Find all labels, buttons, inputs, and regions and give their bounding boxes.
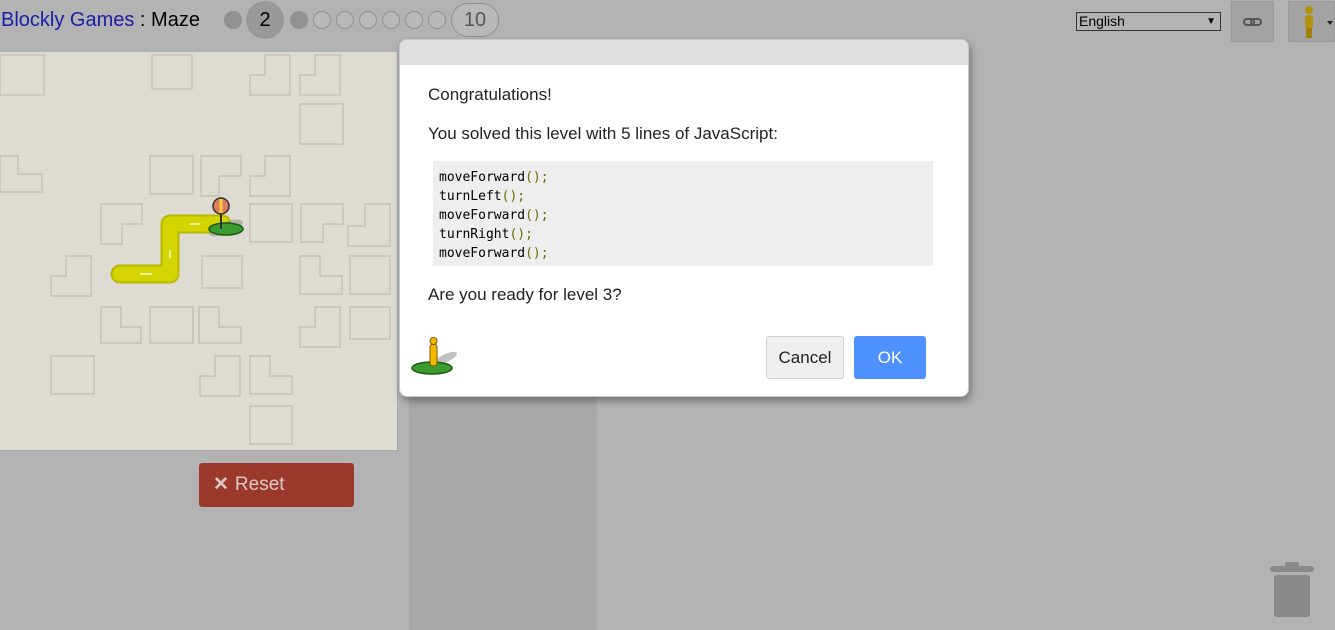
page: Blockly Games : Maze 2 10 English ▼ ✕ Re… <box>0 0 1335 630</box>
level-dot[interactable] <box>382 11 400 29</box>
language-select[interactable]: English ▼ <box>1076 12 1221 31</box>
ok-button[interactable]: OK <box>854 336 926 379</box>
pegman-icon <box>1305 6 1333 38</box>
level-dot[interactable] <box>336 11 354 29</box>
chevron-down-icon: ▼ <box>1206 16 1216 27</box>
level-dot[interactable] <box>290 11 308 29</box>
code-paren: (); <box>525 170 549 185</box>
code-block: moveForward(); turnLeft(); moveForward(); t… <box>433 161 933 266</box>
close-icon: ✕ <box>213 474 229 495</box>
level-dot[interactable] <box>405 11 423 29</box>
code-paren: (); <box>525 246 549 261</box>
maze-svg <box>0 54 391 445</box>
congratulations-dialog: Congratulations! You solved this level w… <box>399 39 969 397</box>
reset-label: Reset <box>234 474 285 495</box>
cancel-button[interactable]: Cancel <box>766 336 844 379</box>
code-function: moveForward <box>439 208 526 223</box>
code-function: turnLeft <box>439 189 502 204</box>
level-dot[interactable] <box>359 11 377 29</box>
link-icon <box>1243 18 1262 26</box>
maze-board <box>0 52 398 451</box>
code-function: moveForward <box>439 170 526 185</box>
level-current[interactable]: 2 <box>246 1 284 39</box>
reset-button[interactable]: ✕ Reset <box>199 463 354 507</box>
code-paren: (); <box>501 189 526 204</box>
code-function: turnRight <box>439 227 510 242</box>
page-title: Blockly Games : Maze <box>1 9 200 32</box>
title-separator: : <box>134 9 152 31</box>
solved-text: You solved this level with 5 lines of Ja… <box>428 124 778 143</box>
pegman-button[interactable] <box>1288 1 1335 42</box>
congrats-text: Congratulations! <box>428 85 552 104</box>
blockly-games-link[interactable]: Blockly Games <box>1 9 134 31</box>
pegman-icon <box>410 336 462 383</box>
code-function: moveForward <box>439 246 526 261</box>
code-line: turnRight(); <box>439 225 927 244</box>
game-name: Maze <box>151 9 200 31</box>
level-dot[interactable] <box>313 11 331 29</box>
code-line: moveForward(); <box>439 168 927 187</box>
code-line: moveForward(); <box>439 244 927 263</box>
code-paren: (); <box>509 227 533 242</box>
level-last[interactable]: 10 <box>451 3 499 37</box>
level-1-dot[interactable] <box>224 11 242 29</box>
trash-icon[interactable] <box>1268 562 1316 627</box>
dialog-title-bar[interactable] <box>400 40 968 65</box>
code-paren: (); <box>525 208 549 223</box>
ready-text: Are you ready for level 3? <box>428 285 622 304</box>
language-value: English <box>1079 13 1125 29</box>
link-button[interactable] <box>1231 1 1274 42</box>
level-dot[interactable] <box>428 11 446 29</box>
code-line: turnLeft(); <box>439 187 927 206</box>
code-line: moveForward(); <box>439 206 927 225</box>
